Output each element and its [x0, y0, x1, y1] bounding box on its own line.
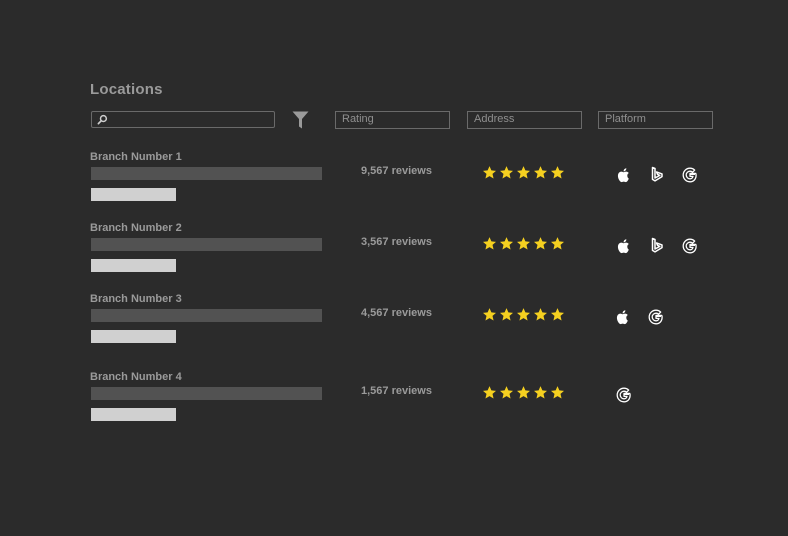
apple-icon: [614, 236, 634, 256]
location-row[interactable]: Branch Number 1 9,567 reviews apple-iconbi…: [0, 151, 788, 221]
star-icon: [499, 385, 514, 400]
platform-icons: apple-iconbing-icongoogle-icon: [614, 165, 700, 185]
star-icon: [516, 385, 531, 400]
detail-placeholder-bar: [91, 188, 176, 201]
review-count: 1,567 reviews: [361, 385, 432, 397]
address-filter[interactable]: Address: [467, 111, 582, 129]
star-icon: [533, 236, 548, 251]
star-rating: [482, 165, 565, 180]
star-icon: [482, 236, 497, 251]
star-icon: [516, 165, 531, 180]
address-placeholder-bar: [91, 167, 322, 180]
search-icon: [97, 114, 108, 125]
star-icon: [516, 307, 531, 322]
page-title: Locations: [90, 81, 163, 98]
star-icon: [499, 165, 514, 180]
star-icon: [499, 236, 514, 251]
star-rating: [482, 307, 565, 322]
star-icon: [499, 307, 514, 322]
apple-icon: [614, 165, 634, 185]
branch-name: Branch Number 4: [90, 371, 182, 383]
location-row[interactable]: Branch Number 2 3,567 reviews apple-iconbi…: [0, 222, 788, 292]
google-icon: [680, 165, 700, 185]
star-icon: [482, 165, 497, 180]
platform-icons: google-icon: [614, 385, 634, 405]
star-icon: [516, 236, 531, 251]
rating-filter[interactable]: Rating: [335, 111, 450, 129]
branch-name: Branch Number 1: [90, 151, 182, 163]
star-rating: [482, 385, 565, 400]
address-placeholder-bar: [91, 387, 322, 400]
detail-placeholder-bar: [91, 330, 176, 343]
review-count: 9,567 reviews: [361, 165, 432, 177]
platform-icons: apple-icongoogle-icon: [613, 307, 666, 327]
filter-icon[interactable]: [292, 111, 309, 129]
star-icon: [533, 385, 548, 400]
star-icon: [550, 236, 565, 251]
star-icon: [550, 385, 565, 400]
detail-placeholder-bar: [91, 259, 176, 272]
star-icon: [533, 307, 548, 322]
review-count: 3,567 reviews: [361, 236, 432, 248]
star-icon: [550, 307, 565, 322]
google-icon: [646, 307, 666, 327]
location-row[interactable]: Branch Number 4 1,567 reviews google-icon: [0, 371, 788, 441]
star-rating: [482, 236, 565, 251]
review-count: 4,567 reviews: [361, 307, 432, 319]
star-icon: [482, 385, 497, 400]
address-placeholder-bar: [91, 238, 322, 251]
google-icon: [680, 236, 700, 256]
platform-filter[interactable]: Platform: [598, 111, 713, 129]
star-icon: [482, 307, 497, 322]
google-icon: [614, 385, 634, 405]
platform-icons: apple-iconbing-icongoogle-icon: [614, 236, 700, 256]
star-icon: [550, 165, 565, 180]
branch-name: Branch Number 2: [90, 222, 182, 234]
address-placeholder-bar: [91, 309, 322, 322]
bing-icon: [647, 236, 667, 256]
detail-placeholder-bar: [91, 408, 176, 421]
apple-icon: [613, 307, 633, 327]
location-row[interactable]: Branch Number 3 4,567 reviews apple-icongo…: [0, 293, 788, 363]
search-input[interactable]: [91, 111, 275, 128]
star-icon: [533, 165, 548, 180]
branch-name: Branch Number 3: [90, 293, 182, 305]
bing-icon: [647, 165, 667, 185]
